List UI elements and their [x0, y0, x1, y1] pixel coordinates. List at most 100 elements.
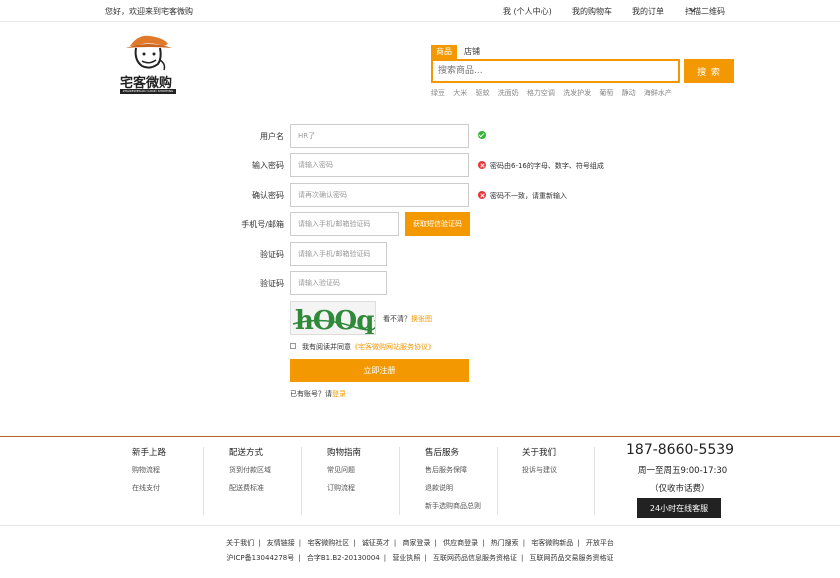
hot-word[interactable]: 洗发护发: [563, 89, 591, 97]
top-link-profile[interactable]: 我 (个人中心): [503, 6, 552, 17]
login-prompt: 已有账号？请登录: [290, 389, 346, 399]
footer-link[interactable]: 新手选购商品总则: [425, 501, 515, 511]
captcha-field[interactable]: 请输入验证码: [290, 271, 387, 295]
hot-word[interactable]: 葡萄: [599, 89, 613, 97]
agree-text: 我有阅读并同意: [302, 343, 351, 351]
login-link[interactable]: 登录: [332, 390, 346, 398]
search-box: [431, 59, 680, 83]
password-label: 输入密码: [252, 161, 284, 170]
agree-checkbox[interactable]: [290, 343, 296, 349]
footer-nav-link[interactable]: 友情链接: [267, 539, 295, 547]
footer-col-head: 关于我们: [522, 448, 557, 458]
confirm-password-field[interactable]: 请再次确认密码: [290, 183, 469, 207]
footer-col-delivery: 配送方式 货到付款区域 配送费标准: [229, 446, 319, 501]
hot-word[interactable]: 洗面奶: [498, 89, 519, 97]
captcha-svg: hOOq: [292, 306, 375, 334]
top-bar: 您好，欢迎来到宅客微购 我 (个人中心) 我的购物车 我的订单 扫描二维码: [0, 0, 840, 22]
get-sms-code-button[interactable]: 获取短信验证码: [405, 212, 470, 236]
hot-word[interactable]: 大米: [453, 89, 467, 97]
password-hint-text: 密码由6-16的字母、数字、符号组成: [490, 162, 604, 170]
agreement: 我有阅读并同意《宅客微购网站服务协议》: [290, 342, 435, 352]
captcha-refresh: 看不清？换张图: [383, 314, 432, 324]
logo-subtitle: ZHAIKEWEIGOU GOOD SHOPPING: [120, 89, 176, 94]
footer-link[interactable]: 退款说明: [425, 483, 515, 493]
footer-col-head: 新手上路: [132, 448, 167, 458]
code2-label: 验证码: [260, 279, 284, 288]
footer-link[interactable]: 在线支付: [132, 483, 222, 493]
footer-link[interactable]: 货到付款区域: [229, 465, 319, 475]
footer-nav-link[interactable]: 供应商登录: [443, 539, 478, 547]
footer-link[interactable]: 配送费标准: [229, 483, 319, 493]
phone-label: 手机号/邮箱: [241, 220, 284, 229]
footer-nav-link[interactable]: 关于我们: [226, 539, 254, 547]
footer-link[interactable]: 售后服务保障: [425, 465, 515, 475]
confirm-hint: 密码不一致，请重新输入: [478, 191, 567, 201]
register-button[interactable]: 立即注册: [290, 359, 469, 382]
hot-word[interactable]: 静动: [622, 89, 636, 97]
footer-separator: [399, 447, 400, 515]
license-link[interactable]: 互联网药品交易服务资格证: [530, 554, 614, 562]
service-hours: 周一至周五9:00-17:30: [638, 466, 728, 476]
service-phone: 187-8660-5539: [626, 442, 735, 458]
footer-licenses-row: 沪ICP备13044278号 | 合字B1.B2-20130004 | 营业执照 | …: [226, 554, 614, 562]
hot-word[interactable]: 驱蚊: [475, 89, 489, 97]
footer-separator: [594, 447, 595, 515]
license-text: 合字B1.B2-20130004: [306, 554, 380, 562]
footer-col-about: 关于我们 投诉与建议: [522, 446, 612, 483]
top-link-qrcode[interactable]: 扫描二维码: [685, 4, 725, 16]
footer-separator: [497, 447, 498, 515]
footer-nav-link[interactable]: 宅客微购社区: [307, 539, 349, 547]
footer-nav-link[interactable]: 开放平台: [586, 539, 614, 547]
footer-link[interactable]: 订购流程: [327, 483, 417, 493]
phone-email-field[interactable]: 请输入手机/邮箱验证码: [290, 212, 399, 236]
confirm-label: 确认密码: [252, 191, 284, 200]
hot-word[interactable]: 格力空调: [527, 89, 555, 97]
search-input[interactable]: [433, 61, 678, 81]
search-button[interactable]: 搜 索: [684, 59, 734, 83]
service-fee-note: （仅收市话费）: [650, 484, 710, 494]
footer-col-head: 售后服务: [425, 448, 460, 458]
username-status: [478, 131, 490, 140]
verify-code-field[interactable]: 请输入手机/邮箱验证码: [290, 242, 387, 266]
footer-links-row: 关于我们 | 友情链接 | 宅客微购社区 | 诚征英才 | 商家登录 | 供应商登录 | 热…: [226, 539, 614, 547]
footer-separator: [203, 447, 204, 515]
error-icon: [478, 161, 486, 169]
confirm-hint-text: 密码不一致，请重新输入: [490, 192, 567, 200]
footer-link[interactable]: 投诉与建议: [522, 465, 612, 475]
footer-separator: [301, 447, 302, 515]
username-field[interactable]: HR了: [290, 124, 469, 148]
tab-products[interactable]: 商品: [431, 45, 457, 59]
captcha-prompt: 看不清？: [383, 315, 411, 323]
license-link[interactable]: 互联网药品信息服务资格证: [433, 554, 517, 562]
welcome-text: 您好，欢迎来到宅客微购: [105, 7, 193, 16]
footer-col-head: 购物指南: [327, 448, 362, 458]
login-prefix: 已有账号？请: [290, 390, 332, 398]
online-service-button[interactable]: 24小时在线客服: [637, 498, 721, 518]
error-icon: [478, 191, 486, 199]
footer-col-head: 配送方式: [229, 448, 264, 458]
hot-word[interactable]: 海鲜水产: [644, 89, 672, 97]
bottom-divider: [0, 525, 840, 526]
footer-link[interactable]: 购物流程: [132, 465, 222, 475]
check-icon: [478, 131, 486, 139]
footer-nav-link[interactable]: 商家登录: [403, 539, 431, 547]
password-hint: 密码由6-16的字母、数字、符号组成: [478, 161, 604, 171]
footer-col-aftersale: 售后服务 售后服务保障 退款说明 新手选购商品总则: [425, 446, 515, 519]
footer-nav-link[interactable]: 宅客微购新品: [531, 539, 573, 547]
license-link[interactable]: 营业执照: [392, 554, 420, 562]
top-link-orders[interactable]: 我的订单: [632, 6, 664, 17]
hot-word[interactable]: 绿豆: [431, 89, 445, 97]
footer-nav-link[interactable]: 热门搜索: [491, 539, 519, 547]
top-link-cart[interactable]: 我的购物车: [572, 6, 612, 17]
captcha-refresh-link[interactable]: 换张图: [411, 315, 432, 323]
footer-link[interactable]: 常见问题: [327, 465, 417, 475]
hot-words: 绿豆 大米 驱蚊 洗面奶 格力空调 洗发护发 葡萄 静动 海鲜水产: [431, 88, 678, 98]
footer-nav-link[interactable]: 诚征英才: [362, 539, 390, 547]
tab-shops[interactable]: 店铺: [459, 45, 485, 59]
footer-col-newbie: 新手上路 购物流程 在线支付: [132, 446, 222, 501]
agreement-link[interactable]: 《宅客微购网站服务协议》: [351, 343, 435, 351]
code1-label: 验证码: [260, 250, 284, 259]
captcha-image[interactable]: hOOq: [290, 301, 376, 335]
footer-divider: [0, 436, 840, 437]
password-field[interactable]: 请输入密码: [290, 153, 469, 177]
